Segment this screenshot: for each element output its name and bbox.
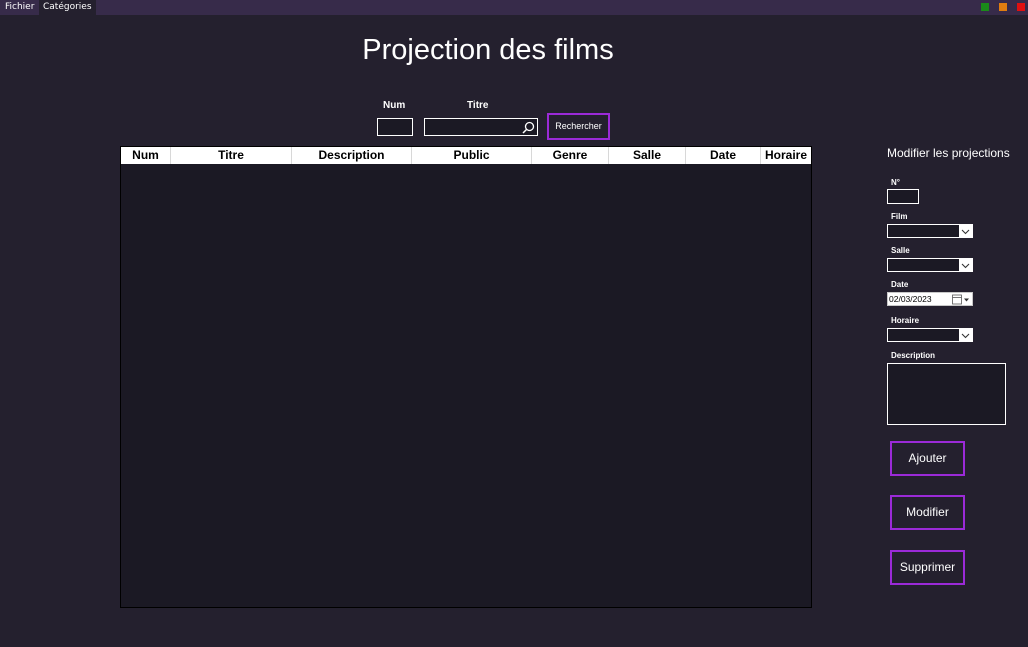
salle-label: Salle (891, 246, 910, 255)
add-button[interactable]: Ajouter (890, 441, 965, 476)
search-titre-input[interactable] (424, 118, 538, 136)
column-header-public[interactable]: Public (412, 147, 532, 164)
search-num-input[interactable] (377, 118, 413, 136)
page-title: Projection des films (362, 34, 614, 66)
search-titre-label: Titre (467, 100, 489, 111)
column-header-date[interactable]: Date (686, 147, 761, 164)
date-picker[interactable]: 02/03/2023 (887, 292, 973, 306)
modify-button[interactable]: Modifier (890, 495, 965, 530)
delete-button[interactable]: Supprimer (890, 550, 965, 585)
search-button[interactable]: Rechercher (547, 113, 610, 140)
horaire-label: Horaire (891, 316, 920, 325)
calendar-icon[interactable] (952, 294, 970, 305)
film-select[interactable] (887, 224, 973, 238)
column-header-genre[interactable]: Genre (532, 147, 609, 164)
menu-fichier[interactable]: Fichier (1, 0, 38, 15)
description-label: Description (891, 351, 936, 360)
menu-bar: Fichier Catégories (0, 0, 1028, 15)
column-header-horaire[interactable]: Horaire (761, 147, 811, 164)
date-label: Date (891, 280, 909, 289)
chevron-down-icon[interactable] (959, 259, 972, 271)
close-button[interactable] (1017, 3, 1025, 11)
maximize-button[interactable] (981, 3, 989, 11)
date-value: 02/03/2023 (889, 294, 932, 304)
menu-categories[interactable]: Catégories (39, 0, 96, 15)
column-header-num[interactable]: Num (121, 147, 171, 164)
description-textarea[interactable] (887, 363, 1006, 425)
side-panel-title: Modifier les projections (887, 146, 1010, 160)
column-header-salle[interactable]: Salle (609, 147, 686, 164)
chevron-down-icon[interactable] (959, 329, 972, 341)
projections-table[interactable]: Num Titre Description Public Genre Salle… (120, 146, 812, 608)
column-header-titre[interactable]: Titre (171, 147, 292, 164)
column-header-description[interactable]: Description (292, 147, 412, 164)
num-label: N° (891, 178, 900, 187)
search-num-label: Num (383, 100, 406, 111)
chevron-down-icon[interactable] (959, 225, 972, 237)
search-icon[interactable] (522, 121, 535, 134)
minimize-button[interactable] (999, 3, 1007, 11)
horaire-select[interactable] (887, 328, 973, 342)
film-label: Film (891, 212, 908, 221)
num-field[interactable] (887, 189, 919, 204)
table-header: Num Titre Description Public Genre Salle… (121, 147, 811, 164)
salle-select[interactable] (887, 258, 973, 272)
